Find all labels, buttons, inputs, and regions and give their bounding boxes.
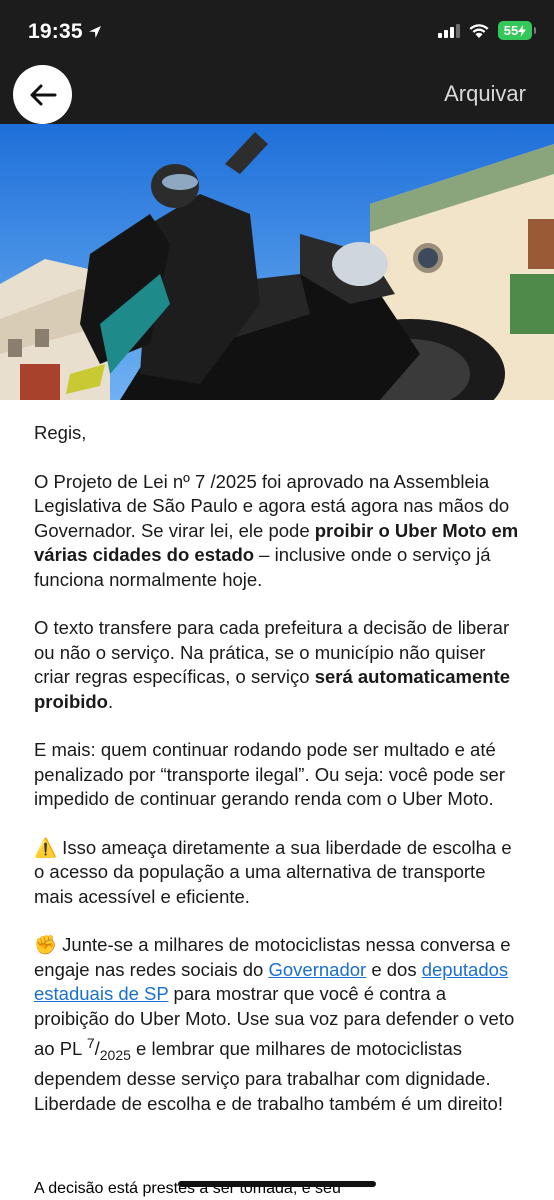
app-header: Arquivar	[0, 64, 554, 124]
pl-number: 7	[86, 1035, 95, 1051]
p2-text-b: .	[107, 690, 114, 712]
charging-bolt-icon	[518, 24, 527, 37]
warning-icon: ⚠️	[34, 836, 58, 858]
paragraph-call-to-action: ✊ Junte-se a milhares de motociclistas n…	[34, 933, 520, 1116]
pl-year: 2025	[99, 1046, 131, 1063]
back-button[interactable]	[13, 65, 72, 124]
battery-level: 55	[503, 23, 519, 38]
p4-text: Isso ameaça diretamente a sua liberdade …	[34, 836, 512, 907]
paragraph-penalty: E mais: quem continuar rodando pode ser …	[34, 739, 505, 809]
status-icons: 55	[438, 21, 536, 40]
hero-image	[0, 124, 554, 400]
p5-text-b: e dos	[366, 958, 422, 980]
time-text: 19:35	[28, 20, 83, 43]
paragraph-threat: ⚠️ Isso ameaça diretamente a sua liberda…	[34, 836, 520, 910]
wifi-icon	[469, 23, 489, 38]
archive-button[interactable]: Arquivar	[444, 81, 526, 107]
governor-link[interactable]: Governador	[268, 959, 366, 980]
status-bar: 19:35 55	[0, 0, 554, 64]
paragraph-city-decision: O texto transfere para cada prefeitura a…	[34, 616, 520, 714]
paragraph-law-approved: O Projeto de Lei nº 7 /2025 foi aprovado…	[34, 470, 520, 593]
cellular-signal-icon	[438, 23, 460, 38]
status-time: 19:35	[28, 20, 103, 44]
home-indicator[interactable]	[178, 1181, 376, 1187]
greeting: Regis,	[34, 422, 87, 443]
hero-illustration	[0, 124, 554, 400]
location-arrow-icon	[88, 26, 101, 38]
arrow-left-icon	[30, 84, 56, 105]
email-body: Regis, O Projeto de Lei nº 7 /2025 foi a…	[34, 421, 520, 1140]
battery-indicator: 55	[498, 21, 536, 40]
raised-fist-icon: ✊	[34, 934, 58, 955]
